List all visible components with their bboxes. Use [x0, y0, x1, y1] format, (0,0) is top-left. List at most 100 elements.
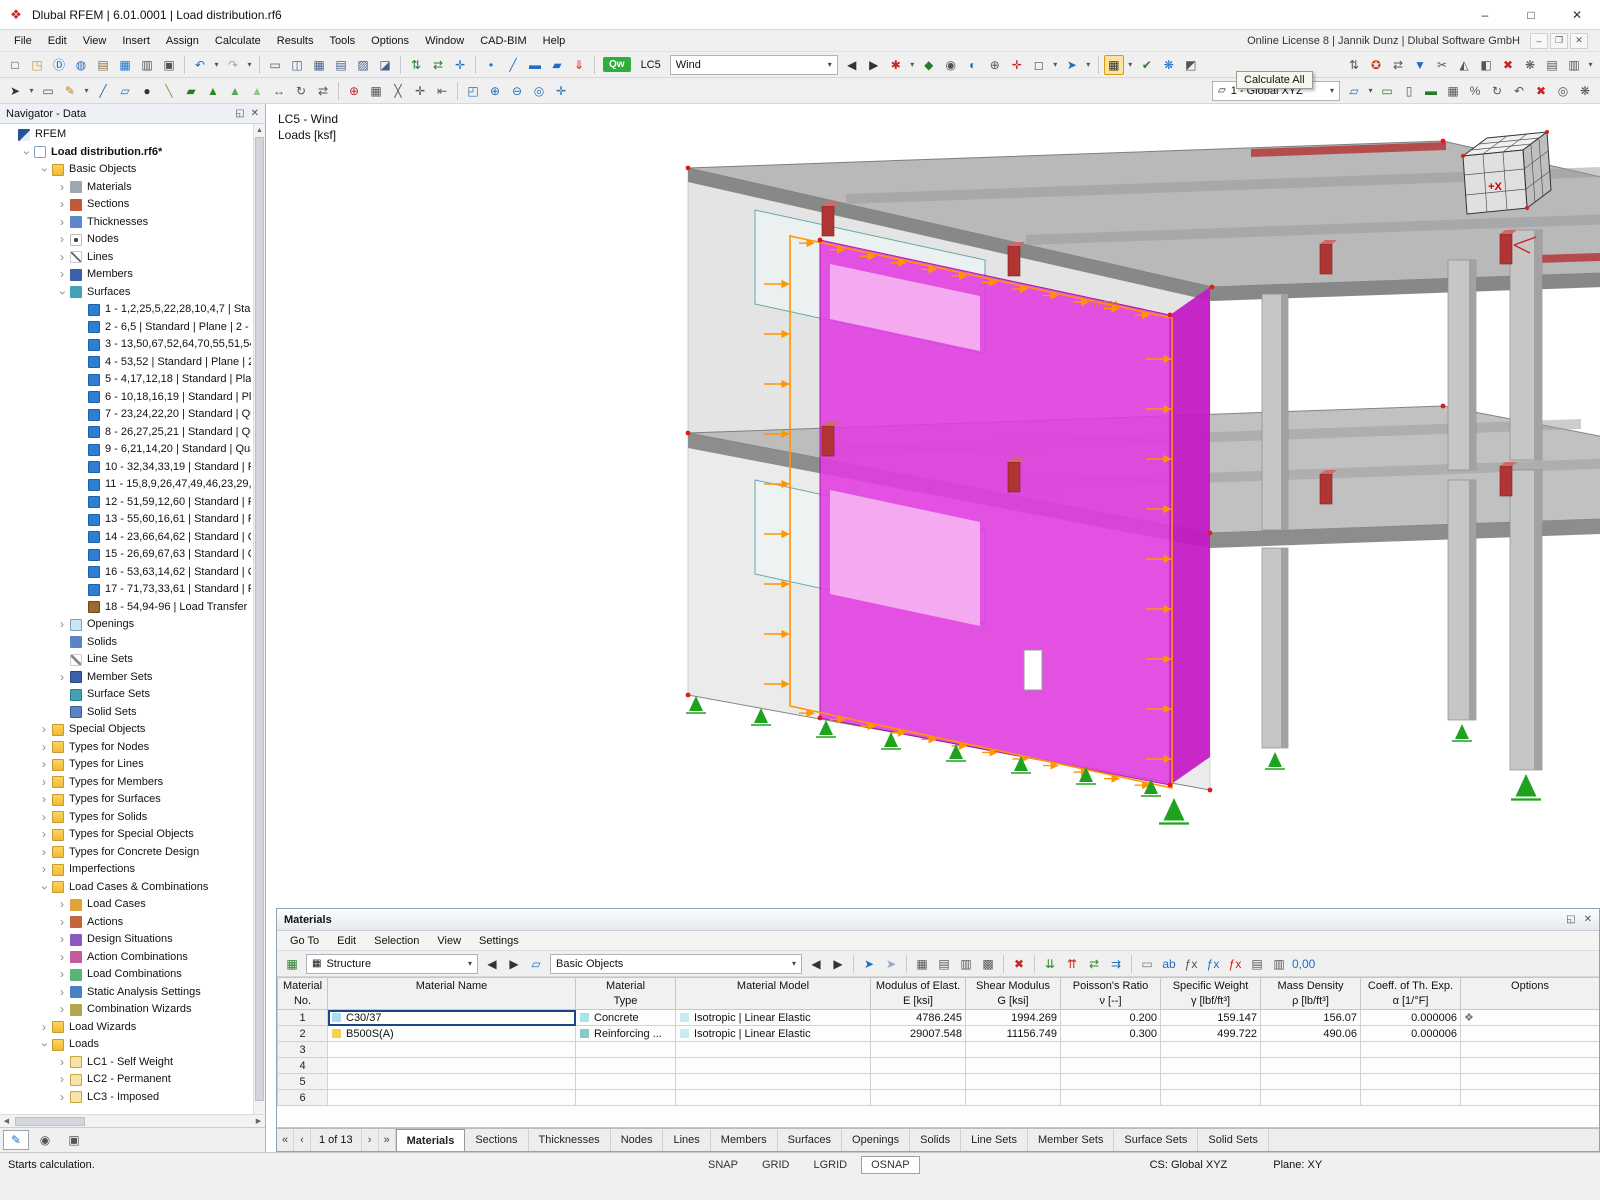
tree-expander-icon[interactable] — [38, 809, 50, 827]
decimal-places-icon[interactable]: 0,00 — [1291, 954, 1316, 974]
options-cell[interactable] — [1460, 1073, 1599, 1090]
close-panel-icon[interactable]: ✕ — [1584, 914, 1592, 925]
tree-expander-icon[interactable] — [38, 721, 50, 739]
material-model-cell[interactable] — [675, 1089, 871, 1106]
close-button[interactable]: ✕ — [1554, 0, 1600, 30]
tree-item[interactable]: Members — [0, 266, 265, 284]
more-dropdown-icon[interactable]: ▾ — [1586, 55, 1595, 75]
next-load-case-icon[interactable]: ▶ — [864, 55, 884, 75]
tree-expander-icon[interactable] — [56, 249, 68, 267]
tree-expander-icon[interactable] — [56, 1089, 68, 1107]
modulus-cell[interactable] — [870, 1057, 966, 1074]
material-name-cell[interactable]: B500S(A) — [327, 1025, 576, 1042]
flag-icon[interactable]: ✪ — [1366, 55, 1386, 75]
delete-results-icon[interactable]: ✖ — [1498, 55, 1518, 75]
tree-item[interactable]: Imperfections — [0, 861, 265, 879]
dimension-icon[interactable]: ⇤ — [432, 81, 452, 101]
tree-expander-icon[interactable] — [20, 144, 32, 162]
table-tab[interactable]: Member Sets — [1028, 1129, 1115, 1151]
maximize-button[interactable]: □ — [1508, 0, 1554, 30]
shear-modulus-cell[interactable]: 1994.269 — [965, 1009, 1061, 1026]
guide-object-icon[interactable]: ✛ — [450, 55, 470, 75]
mass-density-cell[interactable] — [1260, 1041, 1361, 1058]
tree-item[interactable]: RFEM — [0, 126, 265, 144]
tree-item[interactable]: LC3 - Imposed — [0, 1089, 265, 1107]
tree-item[interactable]: 2 - 6,5 | Standard | Plane | 2 - — [0, 319, 265, 337]
mirror-icon[interactable]: ⇄ — [1388, 55, 1408, 75]
render-mode-icon[interactable]: ▨ — [353, 55, 373, 75]
material-name-cell[interactable]: C30/37 — [327, 1009, 576, 1026]
float-panel-icon[interactable]: ◱ — [1566, 914, 1575, 925]
tree-expander-icon[interactable] — [38, 774, 50, 792]
fx-edit-icon[interactable]: ƒx — [1203, 954, 1223, 974]
print-table-icon[interactable]: ▤ — [1247, 954, 1267, 974]
xyz-icon[interactable]: ✛ — [1007, 55, 1027, 75]
row-number-cell[interactable]: 3 — [277, 1041, 328, 1058]
mdi-restore-icon[interactable]: ❐ — [1550, 32, 1568, 49]
tree-expander-icon[interactable] — [56, 1001, 68, 1019]
material-type-cell[interactable]: Concrete — [575, 1009, 676, 1026]
float-navigator-icon[interactable]: ◱ — [235, 108, 244, 119]
tree-expander-icon[interactable] — [56, 896, 68, 914]
navigator-horizontal-scrollbar[interactable]: ◀ ▶ — [0, 1114, 265, 1127]
tree-structure-icon[interactable]: ▲ — [203, 81, 223, 101]
column-header[interactable]: Mass Density ρ [lb/ft³] — [1260, 977, 1361, 1010]
material-type-cell[interactable]: Reinforcing ... — [575, 1025, 676, 1042]
tree-expander-icon[interactable] — [38, 756, 50, 774]
menu-item[interactable]: Help — [535, 30, 574, 52]
navigator-vertical-scrollbar[interactable]: ▲ — [253, 124, 265, 1114]
row-number-cell[interactable]: 1 — [277, 1009, 328, 1026]
specific-weight-cell[interactable] — [1160, 1073, 1261, 1090]
numbering-icon[interactable]: ⇅ — [406, 55, 426, 75]
work-plane-status[interactable]: Plane: XY — [1273, 1159, 1322, 1171]
tree-item[interactable]: 14 - 23,66,64,62 | Standard | Q — [0, 529, 265, 547]
menu-item[interactable]: Tools — [321, 30, 363, 52]
materials-menu-item[interactable]: Edit — [328, 935, 365, 947]
thermal-exp-cell[interactable] — [1360, 1089, 1461, 1106]
tree-expander-icon[interactable] — [56, 669, 68, 687]
coordinate-systems-icon[interactable]: ⊕ — [985, 55, 1005, 75]
table-tab[interactable]: Surfaces — [778, 1129, 843, 1151]
tree-expander-icon[interactable] — [56, 616, 68, 634]
tree-item[interactable]: Materials — [0, 179, 265, 197]
tree-item[interactable]: Member Sets — [0, 669, 265, 687]
tree-expander-icon[interactable] — [38, 844, 50, 862]
column-header[interactable]: Material Model — [675, 977, 871, 1010]
poisson-cell[interactable] — [1060, 1089, 1161, 1106]
poisson-cell[interactable]: 0.300 — [1060, 1025, 1161, 1042]
tables-icon[interactable]: ▤ — [1542, 55, 1562, 75]
tree-expander-icon[interactable] — [56, 196, 68, 214]
tree-item[interactable]: Surfaces — [0, 284, 265, 302]
tree-item[interactable]: 8 - 26,27,25,21 | Standard | Qu — [0, 424, 265, 442]
table-color-icon[interactable]: ▩ — [978, 954, 998, 974]
tree-item[interactable]: Types for Concrete Design — [0, 844, 265, 862]
tree-item[interactable]: 6 - 10,18,16,19 | Standard | Pla — [0, 389, 265, 407]
material-row[interactable]: 4 — [277, 1057, 1599, 1074]
edit-pen-dropdown-icon[interactable]: ▾ — [82, 81, 91, 101]
tree-item[interactable]: Types for Surfaces — [0, 791, 265, 809]
tree-expander-icon[interactable] — [56, 931, 68, 949]
partial-view-icon[interactable]: ◭ — [1454, 55, 1474, 75]
table-tab[interactable]: Members — [711, 1129, 778, 1151]
snap-toggle[interactable]: LGRID — [803, 1156, 857, 1174]
table-edit-icon[interactable]: ▦ — [282, 954, 302, 974]
row-number-cell[interactable]: 4 — [277, 1057, 328, 1074]
window-single-icon[interactable]: ▭ — [265, 55, 285, 75]
column-header[interactable]: Options — [1460, 977, 1599, 1010]
tree-item[interactable]: Special Objects — [0, 721, 265, 739]
tree-structure3-icon[interactable]: ▲ — [247, 81, 267, 101]
append-rows-icon[interactable]: ⇉ — [1106, 954, 1126, 974]
fx-remove-icon[interactable]: ƒx — [1225, 954, 1245, 974]
objects-category-combo[interactable]: Basic Objects — [550, 953, 802, 974]
shear-modulus-cell[interactable] — [965, 1057, 1061, 1074]
show-loads-dropdown-icon[interactable]: ▾ — [908, 55, 917, 75]
clip-icon[interactable]: ✂ — [1432, 55, 1452, 75]
mass-density-cell[interactable]: 490.06 — [1260, 1025, 1361, 1042]
tree-item[interactable]: 5 - 4,17,12,18 | Standard | Plan — [0, 371, 265, 389]
tree-item[interactable]: Openings — [0, 616, 265, 634]
tree-item[interactable]: 18 - 54,94-96 | Load Transfer | — [0, 599, 265, 617]
table-layout-icon[interactable]: ▤ — [331, 55, 351, 75]
menu-item[interactable]: Assign — [158, 30, 207, 52]
tree-expander-icon[interactable] — [56, 1071, 68, 1089]
material-row[interactable]: 5 — [277, 1073, 1599, 1090]
